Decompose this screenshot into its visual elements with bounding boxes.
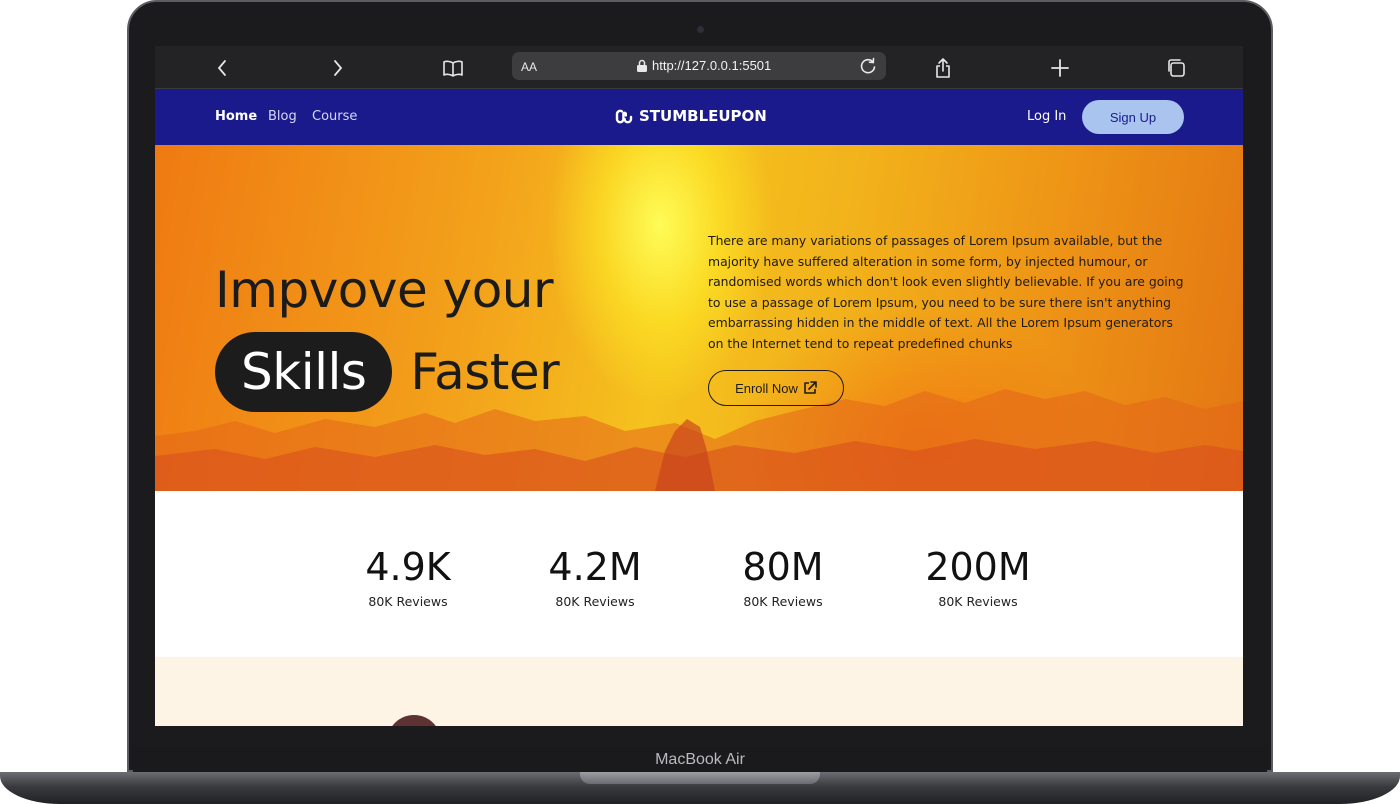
address-bar[interactable]: AA http://127.0.0.1:5501 <box>512 52 886 80</box>
url-text: http://127.0.0.1:5501 <box>652 58 772 73</box>
stat-item: 4.9K 80K Reviews <box>357 546 459 609</box>
signup-button[interactable]: Sign Up <box>1082 100 1184 134</box>
site-navbar: Home Blog Course STUMBLEUPON Log In Sign… <box>155 89 1243 145</box>
stumbleupon-icon <box>615 109 633 124</box>
hero-headline: Impvove your Skills Faster <box>215 249 560 413</box>
stat-label: 80K Reviews <box>555 594 635 609</box>
stat-value: 80M <box>742 545 824 589</box>
laptop-notch <box>580 772 820 784</box>
stat-item: 80M 80K Reviews <box>733 546 833 609</box>
stat-label: 80K Reviews <box>368 594 448 609</box>
reload-icon[interactable] <box>858 56 878 76</box>
nav-course-link[interactable]: Course <box>312 109 357 124</box>
stat-value: 200M <box>925 545 1031 589</box>
tabs-overview-icon[interactable] <box>1162 54 1190 82</box>
stat-label: 80K Reviews <box>743 594 823 609</box>
camera <box>697 26 704 33</box>
skills-highlight-pill: Skills <box>215 332 393 412</box>
enroll-now-button[interactable]: Enroll Now <box>708 370 844 406</box>
nav-blog-link[interactable]: Blog <box>268 109 297 124</box>
headline-line-2: Skills Faster <box>215 331 560 413</box>
hero-section: Impvove your Skills Faster There are man… <box>155 145 1243 491</box>
back-icon[interactable] <box>208 54 236 82</box>
headline-faster: Faster <box>410 343 560 401</box>
stat-item: 200M 80K Reviews <box>917 546 1039 609</box>
headline-line-1: Impvove your <box>215 261 554 319</box>
external-link-icon <box>804 381 817 394</box>
stat-value: 4.2M <box>548 545 642 589</box>
lock-icon <box>637 59 647 72</box>
reader-mode-icon[interactable]: AA <box>521 60 537 74</box>
device-label: MacBook Air <box>133 746 1267 774</box>
new-tab-icon[interactable] <box>1046 54 1074 82</box>
stat-label: 80K Reviews <box>938 594 1018 609</box>
hero-description: There are many variations of passages of… <box>708 233 1184 351</box>
login-link[interactable]: Log In <box>1027 109 1066 124</box>
bookmarks-icon[interactable] <box>439 54 467 82</box>
forward-icon[interactable] <box>324 54 352 82</box>
avatar <box>387 715 441 726</box>
nav-home-link[interactable]: Home <box>215 109 257 124</box>
site-logo[interactable]: STUMBLEUPON <box>615 107 767 125</box>
browser-toolbar: AA http://127.0.0.1:5501 <box>155 46 1243 89</box>
share-icon[interactable] <box>929 54 957 82</box>
stat-item: 4.2M 80K Reviews <box>545 546 645 609</box>
stats-section: 4.9K 80K Reviews 4.2M 80K Reviews 80M 80… <box>155 491 1243 657</box>
stat-value: 4.9K <box>365 545 451 589</box>
enroll-label: Enroll Now <box>735 380 798 396</box>
next-section-peek <box>155 657 1243 726</box>
logo-text: STUMBLEUPON <box>639 107 767 125</box>
browser-screen: AA http://127.0.0.1:5501 Home Blog Cours… <box>155 46 1243 726</box>
